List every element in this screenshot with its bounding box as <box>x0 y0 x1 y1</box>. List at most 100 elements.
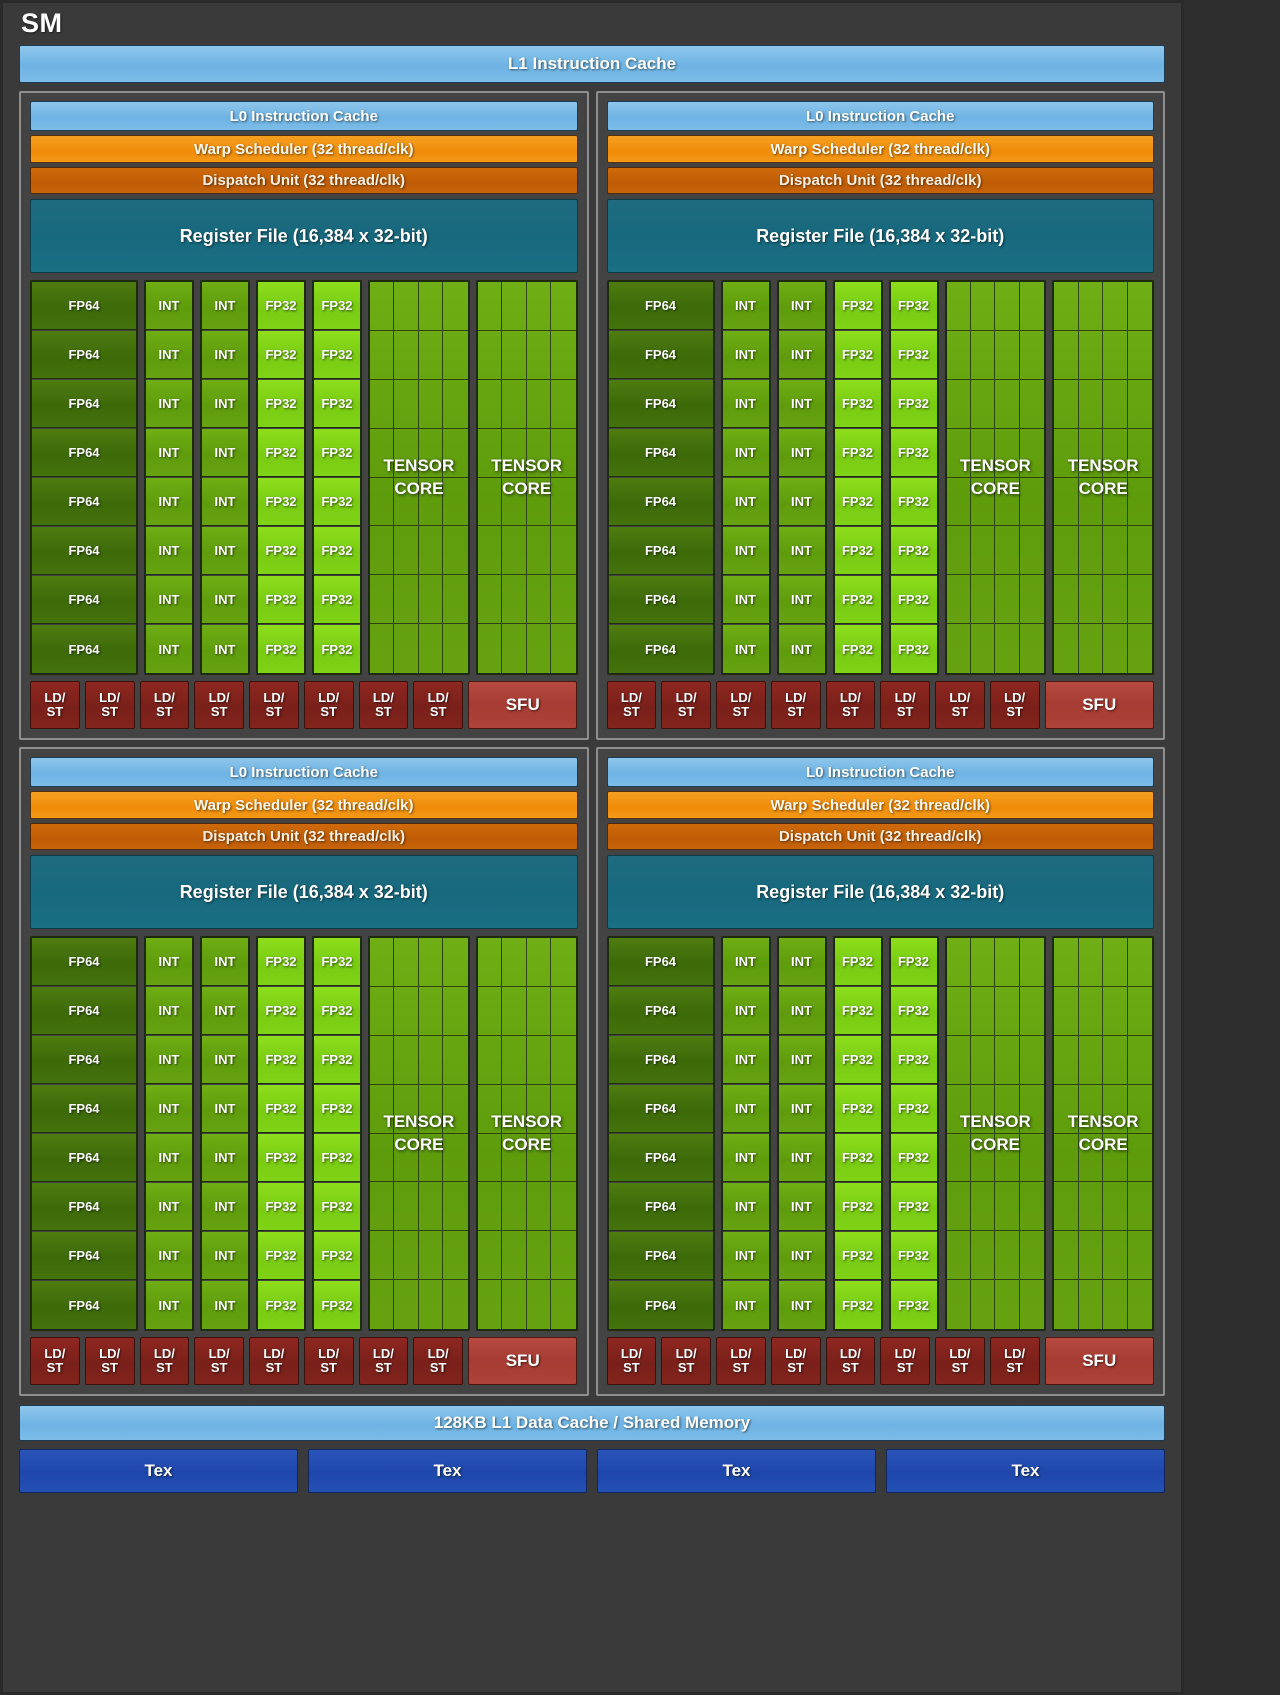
fp32-cell: FP32 <box>890 1036 937 1084</box>
tensor-subcell <box>477 526 503 576</box>
tensor-subcell <box>946 1133 971 1183</box>
load-store-label-line1: LD/ <box>153 689 175 705</box>
fp64-column: FP64 FP64 FP64 FP64 FP64 FP64 FP64 FP64 <box>606 936 715 1331</box>
load-store-label-line1: LD/ <box>1004 689 1026 705</box>
tensor-subcell <box>551 429 576 478</box>
int-cell: INT <box>722 380 769 428</box>
load-store-label-line1: LD/ <box>1004 1345 1026 1361</box>
load-store-unit: LD/ST <box>358 681 409 729</box>
int-cell: INT <box>722 527 769 575</box>
processing-block-grid: L0 Instruction Cache Warp Scheduler (32 t… <box>19 91 1165 1396</box>
tensor-subcell <box>477 938 503 987</box>
int-cell: INT <box>202 478 248 526</box>
load-store-label-line1: LD/ <box>620 689 642 705</box>
tensor-subcell <box>995 1231 1020 1281</box>
int-cell: INT <box>146 1281 192 1329</box>
tensor-subcell <box>1127 1036 1152 1085</box>
fp32-cell: FP32 <box>834 1183 881 1231</box>
load-store-label-line2: ST <box>623 1360 640 1375</box>
tensor-subcell <box>946 575 971 625</box>
tensor-subcell <box>1054 379 1079 429</box>
int-cell: INT <box>202 282 248 330</box>
load-store-unit: LD/ST <box>139 1337 190 1385</box>
register-file-block: Register File (16,384 x 32-bit) <box>606 199 1154 273</box>
tensor-subcell <box>1019 380 1045 429</box>
tensor-subcell <box>418 1133 444 1183</box>
tensor-subcell <box>1019 1182 1045 1232</box>
fp32-cell: FP32 <box>834 527 881 575</box>
tensor-core-1: TENSOR CORE <box>944 936 1047 1331</box>
load-store-label-line1: LD/ <box>318 689 340 705</box>
load-store-label-line2: ST <box>429 704 447 719</box>
tensor-subcell <box>1103 1084 1128 1134</box>
load-store-unit: LD/ST <box>935 681 985 729</box>
load-store-label-line1: LD/ <box>675 689 697 705</box>
int-cell: INT <box>202 625 248 673</box>
tensor-subcell <box>970 986 996 1036</box>
tensor-subcell <box>443 1231 468 1281</box>
load-store-unit: LD/ST <box>194 1337 244 1385</box>
tensor-subcell <box>419 1280 444 1329</box>
load-store-unit: LD/ST <box>194 681 244 729</box>
load-store-row: LD/ST LD/ST LD/ST LD/ST LD/ST LD/ST LD/ST LD/ST… <box>30 1337 578 1385</box>
fp64-cell: FP64 <box>32 527 136 575</box>
dispatch-unit-block: Dispatch Unit (32 thread/clk) <box>30 823 578 850</box>
load-store-label-line1: LD/ <box>263 689 285 705</box>
tensor-subcell <box>443 987 468 1036</box>
load-store-unit: LD/ST <box>303 681 354 729</box>
tensor-subcell <box>502 477 527 527</box>
fp32-cell: FP32 <box>834 576 881 624</box>
tensor-subcell <box>418 379 444 429</box>
tensor-subcell <box>551 380 576 429</box>
tensor-subcell <box>443 429 468 478</box>
fp32-cell: FP32 <box>314 282 360 330</box>
tensor-subcell <box>526 379 552 429</box>
load-store-unit: LD/ST <box>413 681 463 729</box>
fp32-cell: FP32 <box>258 1036 304 1084</box>
tensor-subcell <box>1078 477 1104 527</box>
tensor-subcell <box>394 477 419 527</box>
int-cell: INT <box>722 1183 769 1231</box>
int-cell: INT <box>778 938 825 986</box>
load-store-label-line1: LD/ <box>372 1345 394 1361</box>
fp32-cell: FP32 <box>834 331 881 379</box>
fp64-cell: FP64 <box>608 576 713 624</box>
tensor-subcell <box>370 428 395 478</box>
int-cell: INT <box>202 1183 248 1231</box>
load-store-row: LD/ST LD/ST LD/ST LD/ST LD/ST LD/ST LD/ST LD/ST… <box>606 1337 1155 1385</box>
tensor-subcell <box>1079 1280 1104 1329</box>
tensor-subcell <box>370 986 395 1036</box>
int-cell: INT <box>146 1134 192 1182</box>
fp32-cell: FP32 <box>890 1232 937 1280</box>
fp32-cell: FP32 <box>890 282 937 330</box>
tensor-subcell <box>502 624 527 673</box>
load-store-label-line1: LD/ <box>894 1345 916 1361</box>
tensor-subcell <box>971 624 996 673</box>
fp32-cell: FP32 <box>314 576 360 624</box>
tensor-core-1: TENSOR CORE <box>944 280 1047 675</box>
tensor-core-subgrid <box>370 282 468 673</box>
tensor-subcell <box>970 575 996 625</box>
tensor-subcell <box>477 428 503 478</box>
int-column: INT INT INT INT INT INT INT INT <box>720 936 771 1331</box>
int-cell: INT <box>722 282 769 330</box>
fp32-cell: FP32 <box>258 1232 304 1280</box>
int-column: INT INT INT INT INT INT INT INT <box>200 280 250 675</box>
load-store-unit: LD/ST <box>661 681 711 729</box>
tensor-subcell <box>370 477 395 527</box>
fp32-cell: FP32 <box>890 1281 937 1329</box>
tensor-subcell <box>1103 938 1128 987</box>
fp32-cell: FP32 <box>890 625 937 673</box>
load-store-unit: LD/ST <box>30 1337 80 1385</box>
fp32-column: FP32 FP32 FP32 FP32 FP32 FP32 FP32 FP32 <box>832 280 883 675</box>
int-cell: INT <box>146 331 192 379</box>
special-function-unit: SFU <box>468 1337 578 1385</box>
tensor-core-2: TENSOR CORE <box>1052 936 1154 1331</box>
load-store-label-line2: ST <box>951 704 969 719</box>
tensor-subcell <box>946 1182 971 1232</box>
load-store-label-line2: ST <box>156 704 173 719</box>
int-cell: INT <box>778 478 825 526</box>
load-store-label-line1: LD/ <box>427 689 449 705</box>
tensor-subcell <box>1078 428 1104 478</box>
load-store-unit: LD/ST <box>825 1337 876 1385</box>
